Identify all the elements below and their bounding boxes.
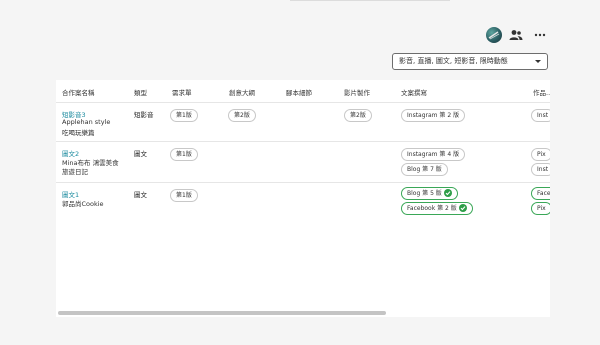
video-version-chip[interactable]: 第2版 — [344, 109, 372, 122]
table-header: 合作案名稱 類型 需求單 創意大綱 腳本細節 影片製作 文案撰寫 作品... — [56, 80, 550, 103]
works-chip[interactable]: Inst — [531, 109, 550, 122]
content-type-filter-select[interactable]: 影音, 直播, 圖文, 短影音, 限時動態 — [392, 53, 548, 70]
col-outline[interactable]: 創意大綱 — [229, 87, 255, 97]
project-type: 短影音 — [134, 111, 154, 119]
top-divider — [290, 0, 450, 1]
table-row: 圖文2 Mina布布 鴻雲美食 旅遊日記 圖文 第1版 Instagram 第 … — [56, 142, 550, 183]
project-subtitle: 郭品尚Cookie — [62, 200, 104, 208]
needs-version-chip[interactable]: 第1版 — [170, 189, 198, 202]
chevron-down-icon — [535, 60, 541, 63]
add-member-icon[interactable] — [509, 29, 523, 41]
col-copy[interactable]: 文案撰寫 — [401, 87, 427, 97]
col-needs[interactable]: 需求單 — [172, 87, 192, 97]
avatar[interactable] — [486, 27, 502, 43]
more-options-icon[interactable] — [533, 28, 547, 42]
col-works[interactable]: 作品... — [533, 87, 550, 97]
project-type: 圖文 — [134, 150, 147, 158]
copy-chip-approved[interactable]: Facebook 第 2 版 — [401, 202, 473, 215]
filter-value: 影音, 直播, 圖文, 短影音, 限時動態 — [399, 57, 508, 65]
col-video[interactable]: 影片製作 — [344, 87, 370, 97]
works-chip[interactable]: Inst — [531, 163, 550, 176]
needs-version-chip[interactable]: 第1版 — [170, 148, 198, 161]
outline-version-chip[interactable]: 第2版 — [228, 109, 256, 122]
project-subtitle-2: 旅遊日記 — [62, 168, 88, 176]
copy-chip-approved[interactable]: Blog 第 5 版 — [401, 187, 458, 200]
copy-chip[interactable]: Instagram 第 4 版 — [401, 148, 466, 161]
project-subtitle: Applehan style — [62, 118, 111, 126]
col-type[interactable]: 類型 — [134, 87, 147, 97]
check-circle-icon — [458, 203, 467, 212]
table-row: 短影音3 Applehan style 吃喝玩樂篇 短影音 第1版 第2版 第2… — [56, 103, 550, 142]
col-script[interactable]: 腳本細節 — [286, 87, 312, 97]
copy-chip[interactable]: Instagram 第 2 版 — [401, 109, 466, 122]
horizontal-scrollbar[interactable] — [58, 311, 386, 315]
works-chip[interactable]: Face — [531, 187, 550, 200]
project-subtitle-2: 吃喝玩樂篇 — [62, 129, 95, 137]
works-chip[interactable]: Pix — [531, 148, 550, 161]
works-chip[interactable]: Pix — [531, 202, 550, 215]
copy-chip-label: Blog 第 5 版 — [407, 190, 442, 197]
project-type: 圖文 — [134, 191, 147, 199]
needs-version-chip[interactable]: 第1版 — [170, 109, 198, 122]
col-partner[interactable]: 合作案名稱 — [62, 87, 95, 97]
copy-chip[interactable]: Blog 第 7 版 — [401, 163, 448, 176]
projects-table: 合作案名稱 類型 需求單 創意大綱 腳本細節 影片製作 文案撰寫 作品... 短… — [56, 80, 550, 317]
check-circle-icon — [443, 188, 452, 197]
table-row: 圖文1 郭品尚Cookie 圖文 第1版 Blog 第 5 版 Facebook… — [56, 183, 550, 223]
copy-chip-label: Facebook 第 2 版 — [407, 205, 457, 212]
